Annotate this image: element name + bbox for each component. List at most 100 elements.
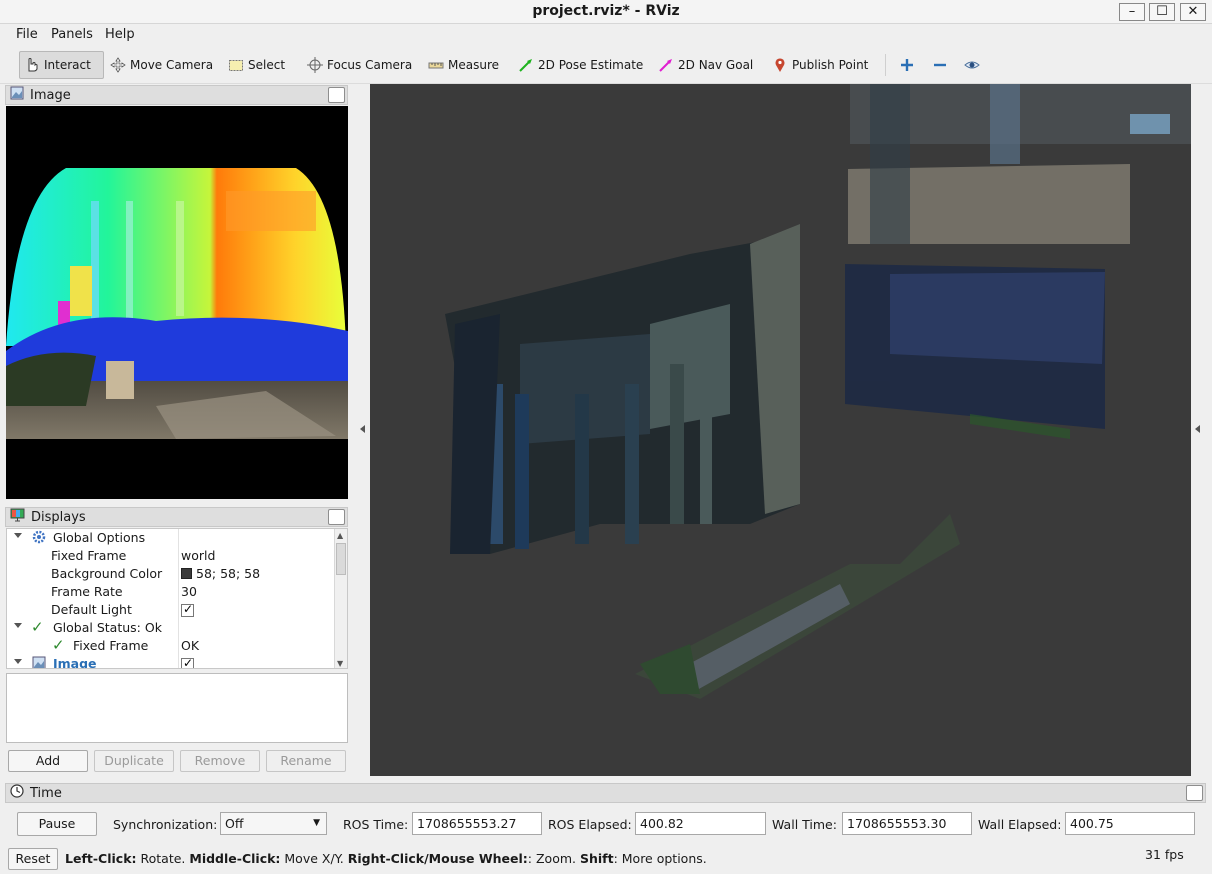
measure-tool-button[interactable]: Measure [424, 51, 503, 79]
tree-row-default-light[interactable]: Default Light [7, 601, 335, 619]
image-panel-icon [10, 86, 24, 104]
ros-elapsed-label: ROS Elapsed: [548, 817, 632, 832]
synchronization-select[interactable]: Off ▼ [220, 812, 327, 835]
time-panel-header: Time [5, 783, 1206, 803]
focus-camera-tool-button[interactable]: Focus Camera [303, 51, 416, 79]
green-arrow-icon [518, 57, 534, 73]
wall-elapsed-field[interactable]: 400.75 [1065, 812, 1195, 835]
left-click-key: Left-Click: [65, 851, 137, 866]
menu-bar: File Panels Help [0, 24, 1212, 46]
frame-rate-label: Frame Rate [51, 584, 123, 599]
ok-check-icon: ✓ [31, 618, 44, 636]
background-color-value[interactable]: 58; 58; 58 [181, 566, 260, 581]
camera-image-view[interactable] [6, 106, 348, 499]
interact-label: Interact [44, 58, 91, 72]
minimize-button[interactable]: – [1119, 3, 1145, 21]
select-label: Select [248, 58, 286, 72]
menu-file[interactable]: File [16, 27, 38, 42]
remove-tool-button[interactable] [928, 51, 954, 79]
expand-arrow-icon[interactable] [14, 623, 22, 628]
left-dock-collapse-handle[interactable] [360, 425, 365, 433]
ros-time-label: ROS Time: [343, 817, 409, 832]
image-panel: Image [5, 85, 348, 500]
ruler-icon [428, 57, 444, 73]
remove-display-button[interactable]: Remove [180, 750, 260, 772]
image-panel-close-checkbox[interactable] [328, 87, 345, 103]
rename-display-button[interactable]: Rename [266, 750, 346, 772]
publish-point-label: Publish Point [792, 58, 869, 72]
chevron-down-icon: ▼ [313, 818, 320, 828]
tree-row-image-display[interactable]: Image [7, 655, 335, 668]
image-panel-header: Image [5, 85, 348, 105]
pause-button[interactable]: Pause [17, 812, 97, 836]
global-status-label: Global Status: Ok [53, 620, 162, 635]
publish-point-tool-button[interactable]: Publish Point [768, 51, 872, 79]
plus-icon [899, 57, 915, 73]
3d-render-view[interactable] [370, 84, 1191, 776]
expand-arrow-icon[interactable] [14, 659, 22, 664]
image-panel-title: Image [30, 87, 71, 103]
displays-scrollbar[interactable]: ▲ ▼ [334, 529, 347, 668]
scroll-up-icon[interactable]: ▲ [337, 531, 343, 540]
add-tool-button[interactable] [895, 51, 919, 79]
displays-panel-close-checkbox[interactable] [328, 509, 345, 525]
left-click-desc: Rotate. [136, 851, 190, 866]
right-dock-collapse-handle[interactable] [1195, 425, 1200, 433]
tree-row-frame-rate[interactable]: Frame Rate 30 [7, 583, 335, 601]
tree-row-background-color[interactable]: Background Color 58; 58; 58 [7, 565, 335, 583]
move-camera-tool-button[interactable]: Move Camera [106, 51, 217, 79]
scrollbar-thumb[interactable] [336, 543, 346, 575]
time-panel-title: Time [30, 785, 62, 801]
move-camera-label: Move Camera [130, 58, 214, 72]
toolbar: Interact Move Camera Select Focus Camera… [0, 46, 1212, 84]
select-tool-button[interactable]: Select [224, 51, 289, 79]
ros-time-field[interactable]: 1708655553.27 [412, 812, 542, 835]
shift-key: Shift [579, 851, 614, 866]
measure-label: Measure [448, 58, 499, 72]
tree-row-fixed-frame[interactable]: Fixed Frame world [7, 547, 335, 565]
tree-row-global-options[interactable]: Global Options [7, 529, 335, 547]
maximize-button[interactable]: ☐ [1149, 3, 1175, 21]
crosshair-icon [307, 57, 323, 73]
scroll-down-icon[interactable]: ▼ [337, 659, 343, 668]
image-display-checkbox[interactable] [181, 656, 194, 668]
tree-row-global-status[interactable]: ✓ Global Status: Ok [7, 618, 335, 637]
status-bar: Reset Left-Click: Rotate. Middle-Click: … [0, 845, 1212, 874]
title-bar: project.rviz* - RViz – ☐ ✕ [0, 0, 1212, 24]
synchronization-label: Synchronization: [113, 817, 218, 832]
duplicate-display-button[interactable]: Duplicate [94, 750, 174, 772]
close-button[interactable]: ✕ [1180, 3, 1206, 21]
nav-goal-tool-button[interactable]: 2D Nav Goal [654, 51, 757, 79]
tree-row-status-fixed-frame[interactable]: ✓ Fixed Frame OK [7, 636, 335, 655]
time-panel-close-checkbox[interactable] [1186, 785, 1203, 801]
background-color-text: 58; 58; 58 [196, 566, 261, 581]
global-options-label: Global Options [53, 530, 146, 545]
add-display-button[interactable]: Add [8, 750, 88, 772]
ros-elapsed-field[interactable]: 400.82 [635, 812, 766, 835]
view-options-button[interactable] [960, 51, 984, 79]
displays-panel: Displays Global Options Fixed Frame worl… [5, 507, 348, 669]
fps-counter: 31 fps [1145, 847, 1184, 862]
menu-panels[interactable]: Panels [51, 27, 93, 42]
status-fixed-frame-label: Fixed Frame [73, 638, 149, 653]
shift-desc: : More options. [613, 851, 707, 866]
move-arrows-icon [110, 57, 126, 73]
status-fixed-frame-value: OK [181, 638, 200, 653]
color-swatch [181, 568, 192, 579]
status-help-text: Left-Click: Rotate. Middle-Click: Move X… [65, 851, 707, 866]
displays-tree: Global Options Fixed Frame world Backgro… [6, 528, 348, 669]
monitor-icon [10, 508, 25, 526]
interact-tool-button[interactable]: Interact [19, 51, 104, 79]
clock-icon [10, 784, 24, 802]
frame-rate-value[interactable]: 30 [181, 584, 197, 599]
wall-time-field[interactable]: 1708655553.30 [842, 812, 972, 835]
default-light-checkbox[interactable] [181, 602, 194, 618]
pose-estimate-tool-button[interactable]: 2D Pose Estimate [514, 51, 647, 79]
expand-arrow-icon[interactable] [14, 533, 22, 538]
displays-panel-header: Displays [5, 507, 348, 527]
fixed-frame-value[interactable]: world [181, 548, 215, 563]
reset-button[interactable]: Reset [8, 848, 58, 870]
wall-time-label: Wall Time: [772, 817, 837, 832]
right-click-key: Right-Click/Mouse Wheel: [347, 851, 528, 866]
menu-help[interactable]: Help [105, 27, 135, 42]
